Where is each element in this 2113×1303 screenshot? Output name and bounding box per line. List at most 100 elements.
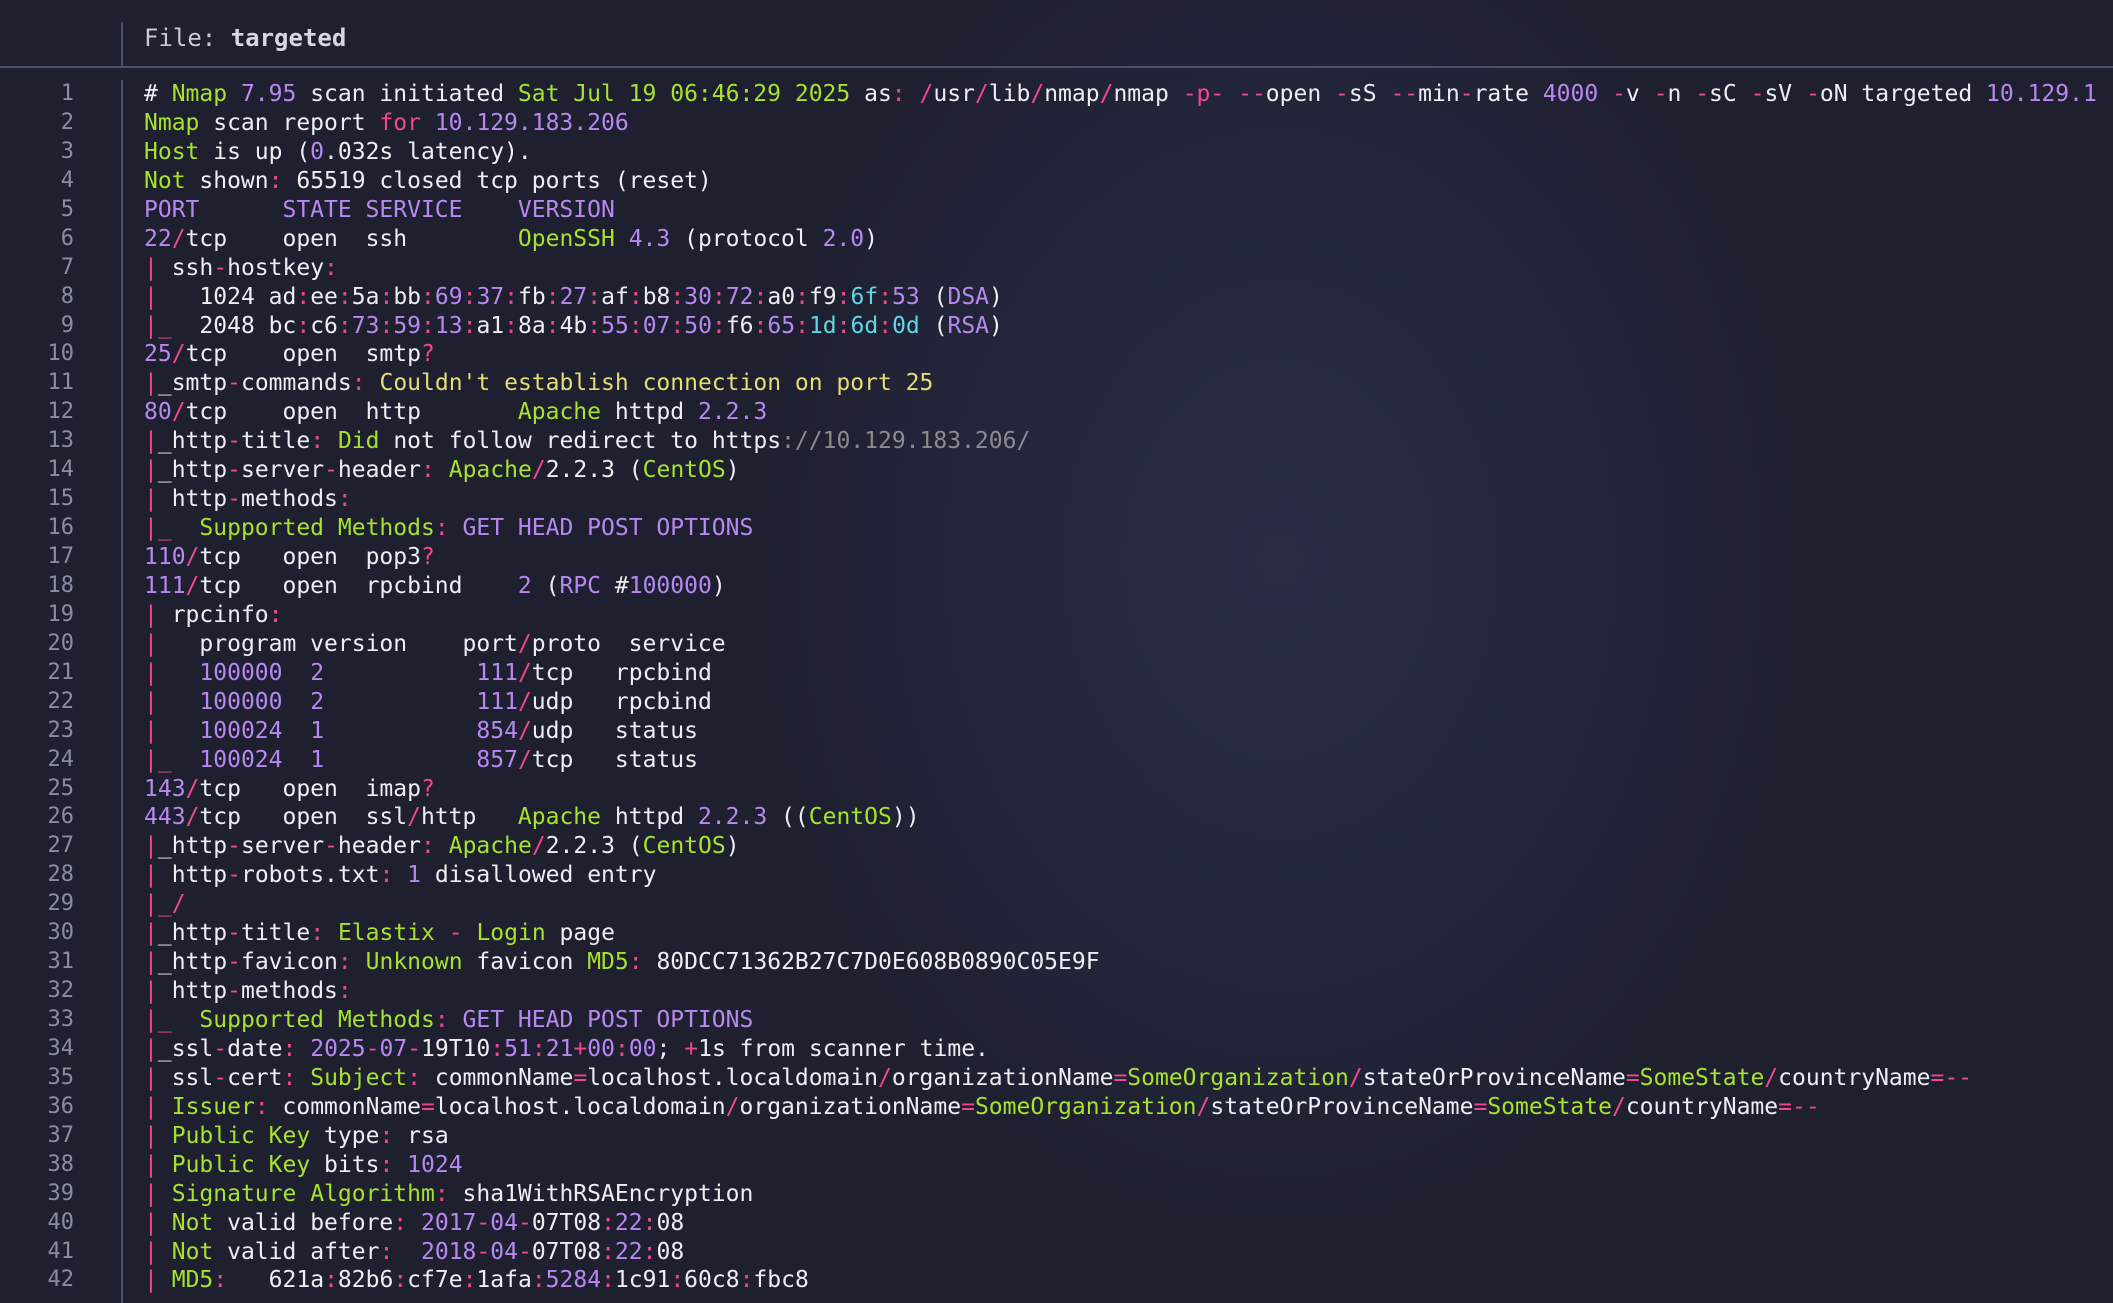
code-token: |_ bbox=[144, 312, 172, 339]
code-token: -- bbox=[1390, 81, 1419, 107]
code-token: / bbox=[1611, 1093, 1626, 1120]
line-number: 19 bbox=[47, 601, 75, 627]
code-token: Elastix bbox=[337, 920, 435, 947]
line-number: 17 bbox=[47, 544, 75, 569]
code-token: : bbox=[268, 167, 283, 194]
code-token: - bbox=[324, 833, 338, 860]
code-token: _http bbox=[157, 920, 228, 947]
code-token: # bbox=[144, 81, 172, 107]
code-token: disallowed entry bbox=[421, 862, 657, 889]
code-line: 17 110/tcp open pop3? bbox=[0, 543, 2113, 572]
code-token: organizationName bbox=[739, 1093, 962, 1120]
code-token: 00 bbox=[587, 1035, 615, 1062]
code-token: localhost.localdomain bbox=[587, 1064, 878, 1091]
code-token: _smtp bbox=[157, 370, 228, 397]
code-token: 6d bbox=[850, 312, 879, 339]
code-line: 7 | ssh-hostkey: bbox=[0, 254, 2113, 283]
code-token: Supported Methods bbox=[199, 515, 435, 542]
line-number: 32 bbox=[47, 978, 75, 1004]
code-token: Unknown bbox=[365, 949, 463, 976]
file-header: File: targeted bbox=[0, 0, 2113, 68]
code-token: title bbox=[240, 920, 311, 947]
code-token: - bbox=[448, 920, 463, 947]
code-token: : bbox=[628, 312, 643, 339]
code-line: 24 |_ 100024 1 857/tcp status bbox=[0, 746, 2113, 775]
code-token: : bbox=[545, 312, 560, 339]
code-token: 1024 ad bbox=[157, 283, 297, 310]
code-token: tcp open ssh bbox=[185, 225, 518, 252]
code-token: 854 bbox=[476, 717, 518, 744]
code-token: rate bbox=[1473, 81, 1543, 107]
code-token: - bbox=[227, 457, 241, 484]
line-text: |_smtp-commands: Couldn't establish conn… bbox=[144, 369, 933, 398]
line-text: 25/tcp open smtp? bbox=[144, 340, 435, 369]
code-token: rpcinfo bbox=[157, 601, 269, 628]
code-token: | bbox=[144, 978, 158, 1005]
code-lines: 1 # Nmap 7.95 scan initiated Sat Jul 19 0… bbox=[0, 80, 2113, 1295]
code-token: : bbox=[795, 283, 809, 310]
code-token: 80DCC71362B27C7D0E608B0890C05E9F bbox=[642, 949, 1100, 976]
code-viewer[interactable]: 1 # Nmap 7.95 scan initiated Sat Jul 19 0… bbox=[0, 80, 2113, 1303]
line-number: 12 bbox=[47, 399, 75, 425]
code-token: : bbox=[878, 283, 893, 310]
code-token: ? bbox=[420, 544, 435, 570]
code-token: Apache bbox=[517, 804, 602, 831]
code-token: af bbox=[601, 283, 629, 310]
line-number: 9 bbox=[60, 312, 74, 338]
code-token: / bbox=[919, 81, 934, 107]
code-token: valid before bbox=[213, 1209, 394, 1236]
code-token: tcp open ssl bbox=[199, 804, 408, 831]
code-line: 5 PORT STATE SERVICE VERSION bbox=[0, 196, 2113, 225]
line-text: |_ Supported Methods: GET HEAD POST OPTI… bbox=[144, 514, 753, 543]
code-token: 2.2.3 bbox=[697, 804, 768, 831]
line-number: 29 bbox=[47, 891, 75, 917]
code-token: : bbox=[379, 862, 394, 889]
code-token: localhost.localdomain bbox=[434, 1093, 726, 1120]
code-token: not follow redirect to https bbox=[379, 428, 782, 455]
code-token: : bbox=[268, 601, 283, 628]
code-token: 2 bbox=[517, 572, 532, 599]
code-token: | bbox=[144, 949, 158, 976]
code-token: SomeState bbox=[1487, 1093, 1612, 1120]
line-text: 80/tcp open http Apache httpd 2.2.3 bbox=[144, 398, 767, 427]
code-token: : bbox=[891, 81, 906, 107]
code-token: 55 bbox=[601, 312, 629, 339]
code-token: Subject bbox=[310, 1064, 408, 1091]
code-token: http bbox=[420, 804, 518, 831]
code-token: tcp status bbox=[531, 746, 698, 773]
code-line: 19 | rpcinfo: bbox=[0, 601, 2113, 630]
code-token: - bbox=[517, 1238, 532, 1265]
code-token: : bbox=[213, 1267, 228, 1294]
code-token: valid after bbox=[213, 1238, 380, 1265]
code-line: 1 # Nmap 7.95 scan initiated Sat Jul 19 0… bbox=[0, 80, 2113, 109]
code-token: : bbox=[531, 1035, 546, 1062]
code-token: | bbox=[144, 1035, 158, 1062]
code-token: is up ( bbox=[199, 138, 311, 165]
line-number: 41 bbox=[47, 1238, 75, 1264]
code-token: tcp open imap bbox=[199, 775, 421, 802]
code-token: : bbox=[421, 457, 435, 484]
line-text: | 100024 1 854/udp status bbox=[144, 717, 698, 746]
code-token: : bbox=[337, 312, 352, 339]
code-line: 8 | 1024 ad:ee:5a:bb:69:37:fb:27:af:b8:30… bbox=[0, 283, 2113, 312]
line-number: 37 bbox=[47, 1122, 75, 1148]
code-token: Nmap bbox=[171, 81, 228, 107]
code-token: ( bbox=[531, 572, 560, 599]
code-token: ( bbox=[919, 283, 948, 310]
code-line: 27 |_http-server-header: Apache/2.2.3 (Ce… bbox=[0, 832, 2113, 861]
code-token: page bbox=[545, 920, 615, 947]
code-token: sV bbox=[1764, 81, 1806, 107]
line-number: 24 bbox=[47, 746, 75, 772]
code-token: n bbox=[1667, 81, 1696, 107]
code-token: : bbox=[642, 1238, 657, 1265]
code-token: = bbox=[421, 1093, 435, 1120]
code-token: DSA bbox=[947, 283, 990, 310]
code-token: : bbox=[628, 283, 643, 310]
code-token: : bbox=[324, 1267, 338, 1294]
